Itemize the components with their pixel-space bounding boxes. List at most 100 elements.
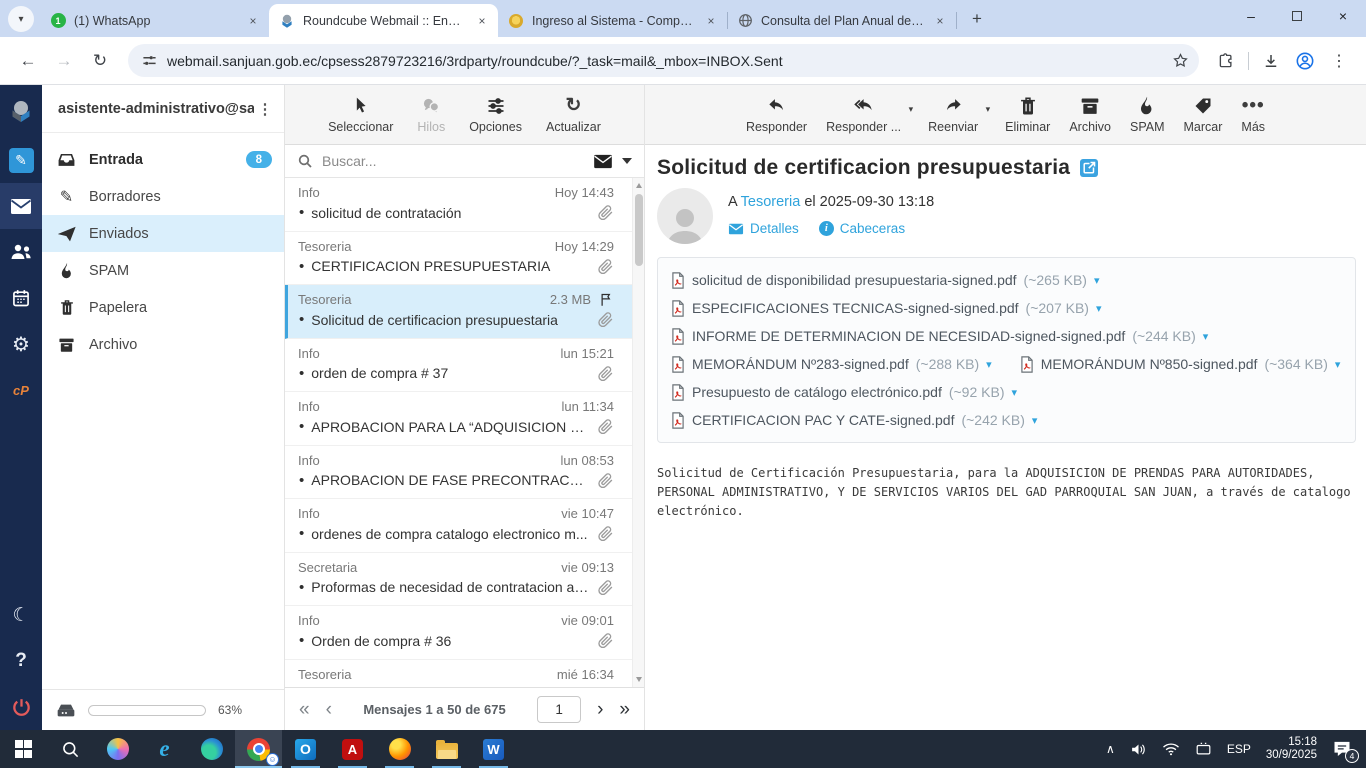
scrollbar-thumb[interactable] — [635, 194, 643, 266]
clock[interactable]: 15:18 30/9/2025 — [1266, 736, 1317, 763]
browser-menu-icon[interactable]: ⋮ — [1324, 46, 1354, 76]
folder-borradores[interactable]: ✎ Borradores — [42, 178, 284, 215]
tab-compras[interactable]: Ingreso al Sistema - Compras P × — [498, 4, 728, 37]
tab-roundcube-active[interactable]: Roundcube Webmail :: Enviados × — [269, 4, 498, 37]
list-item[interactable]: Tesoreria Hoy 14:29 • CERTIFICACION PRESUP… — [285, 232, 644, 285]
tab-search-button[interactable]: ▾ — [8, 6, 34, 32]
search-input[interactable] — [322, 153, 584, 169]
tray-expand-chevron-icon[interactable]: ∧ — [1106, 742, 1115, 756]
attachment-item[interactable]: MEMORÁNDUM Nº850-signed.pdf (~364 KB) ▾ — [1020, 355, 1340, 373]
close-window-button[interactable]: × — [1320, 0, 1366, 32]
tab-close-icon[interactable]: × — [932, 13, 948, 29]
delete-button[interactable]: Eliminar — [1005, 96, 1050, 134]
firefox-button[interactable] — [376, 730, 423, 768]
prev-page-button[interactable]: ‹ — [326, 700, 332, 719]
outlook-button[interactable]: O — [282, 730, 329, 768]
scroll-up-icon[interactable] — [636, 183, 642, 188]
forward-button[interactable]: → — [48, 45, 80, 77]
flag-icon[interactable] — [599, 292, 614, 307]
list-item[interactable]: Info vie 10:47 • ordenes de compra catalog… — [285, 499, 644, 553]
forward-button[interactable]: Reenviar ▾ — [928, 96, 990, 134]
first-page-button[interactable]: « — [299, 700, 310, 719]
list-scrollbar[interactable] — [632, 178, 644, 687]
tab-plan-anual[interactable]: Consulta del Plan Anual de Con × — [727, 4, 957, 37]
list-item[interactable]: Info lun 08:53 • APROBACION DE FASE PRECON… — [285, 446, 644, 499]
attachment-menu-caret-icon[interactable]: ▾ — [1011, 386, 1017, 399]
external-link-icon[interactable] — [1080, 159, 1099, 177]
attachment-item[interactable]: Presupuesto de catálogo electrónico.pdf … — [671, 383, 1017, 401]
logout-button[interactable] — [0, 684, 42, 730]
tab-close-icon[interactable]: × — [703, 13, 719, 29]
language-indicator[interactable]: ESP — [1227, 742, 1251, 756]
tab-close-icon[interactable]: × — [474, 13, 490, 29]
volume-icon[interactable] — [1130, 742, 1147, 757]
attachment-item[interactable]: INFORME DE DETERMINACION DE NECESIDAD-si… — [671, 327, 1208, 345]
display-connect-icon[interactable] — [1195, 742, 1212, 756]
list-item[interactable]: Secretaria vie 09:13 • Proformas de necesi… — [285, 553, 644, 606]
attachment-menu-caret-icon[interactable]: ▾ — [1096, 302, 1102, 315]
threads-button[interactable]: Hilos — [417, 96, 445, 134]
site-settings-icon[interactable] — [142, 53, 157, 68]
contacts-nav-button[interactable] — [0, 229, 42, 275]
taskbar-search-button[interactable] — [47, 730, 94, 768]
last-page-button[interactable]: » — [619, 700, 630, 719]
spam-button[interactable]: SPAM — [1130, 96, 1165, 134]
edge-button[interactable] — [188, 730, 235, 768]
mail-nav-button[interactable] — [0, 183, 42, 229]
dropdown-caret-icon[interactable]: ▾ — [986, 104, 991, 115]
dropdown-caret-icon[interactable]: ▾ — [909, 104, 914, 115]
maximize-button[interactable] — [1274, 0, 1320, 32]
folder-archivo[interactable]: Archivo — [42, 326, 284, 363]
folder-spam[interactable]: SPAM — [42, 252, 284, 289]
mark-button[interactable]: Marcar — [1184, 96, 1222, 134]
attachment-item[interactable]: CERTIFICACION PAC Y CATE-signed.pdf (~24… — [671, 411, 1038, 429]
search-options-chevron-icon[interactable] — [622, 158, 632, 164]
back-button[interactable]: ← — [12, 45, 44, 77]
folder-papelera[interactable]: Papelera — [42, 289, 284, 326]
list-item[interactable]: Info Hoy 14:43 • solicitud de contratación — [285, 178, 644, 232]
settings-nav-button[interactable]: ⚙ — [0, 321, 42, 367]
address-bar[interactable]: webmail.sanjuan.gob.ec/cpsess2879723216/… — [128, 44, 1199, 77]
archive-button[interactable]: Archivo — [1069, 96, 1111, 134]
copilot-button[interactable] — [94, 730, 141, 768]
attachment-item[interactable]: solicitud de disponibilidad presupuestar… — [671, 271, 1100, 289]
recipient-link[interactable]: Tesoreria — [741, 194, 801, 210]
attachment-menu-caret-icon[interactable]: ▾ — [1032, 414, 1038, 427]
list-item[interactable]: Info lun 11:34 • APROBACION PARA LA “ADQUI… — [285, 392, 644, 446]
acrobat-button[interactable]: A — [329, 730, 376, 768]
extensions-icon[interactable] — [1211, 46, 1241, 76]
wifi-icon[interactable] — [1162, 742, 1180, 756]
tab-whatsapp[interactable]: 1 (1) WhatsApp × — [40, 4, 270, 37]
minimize-button[interactable]: – — [1228, 0, 1274, 32]
help-button[interactable]: ? — [0, 638, 42, 684]
chrome-button-active[interactable]: ☺ — [235, 730, 282, 768]
folder-entrada[interactable]: Entrada 8 — [42, 141, 284, 178]
headers-toggle[interactable]: i Cabeceras — [818, 221, 905, 236]
start-button[interactable] — [0, 730, 47, 768]
account-menu-icon[interactable]: ⋮ — [254, 100, 276, 118]
list-item[interactable]: Info lun 15:21 • orden de compra # 37 — [285, 339, 644, 392]
reload-button[interactable]: ↻ — [84, 45, 116, 77]
tab-close-icon[interactable]: × — [245, 13, 261, 29]
list-item[interactable]: Tesoreria mié 16:34 — [285, 660, 644, 688]
attachment-item[interactable]: ESPECIFICACIONES TECNICAS-signed-signed.… — [671, 299, 1102, 317]
reply-all-button[interactable]: Responder ... ▾ — [826, 96, 913, 134]
more-button[interactable]: ••• Más — [1241, 95, 1265, 134]
folder-enviados-active[interactable]: Enviados — [42, 215, 284, 252]
select-button[interactable]: Seleccionar — [328, 96, 393, 134]
details-toggle[interactable]: Detalles — [728, 221, 799, 236]
scope-envelope-icon[interactable] — [593, 154, 613, 169]
word-button[interactable]: W — [470, 730, 517, 768]
cpanel-link[interactable]: cP — [0, 367, 42, 413]
file-explorer-button[interactable] — [423, 730, 470, 768]
list-item[interactable]: Info vie 09:01 • Orden de compra # 36 — [285, 606, 644, 660]
reply-button[interactable]: Responder — [746, 96, 807, 134]
attachment-item[interactable]: MEMORÁNDUM Nº283-signed.pdf (~288 KB) ▾ — [671, 355, 992, 373]
notification-center-button[interactable]: 4 — [1332, 739, 1359, 763]
scroll-down-icon[interactable] — [636, 677, 642, 682]
downloads-icon[interactable] — [1256, 46, 1286, 76]
profile-avatar-icon[interactable] — [1290, 46, 1320, 76]
new-tab-button[interactable]: + — [964, 6, 990, 32]
compose-button[interactable]: ✎ — [0, 137, 42, 183]
next-page-button[interactable]: › — [597, 700, 603, 719]
